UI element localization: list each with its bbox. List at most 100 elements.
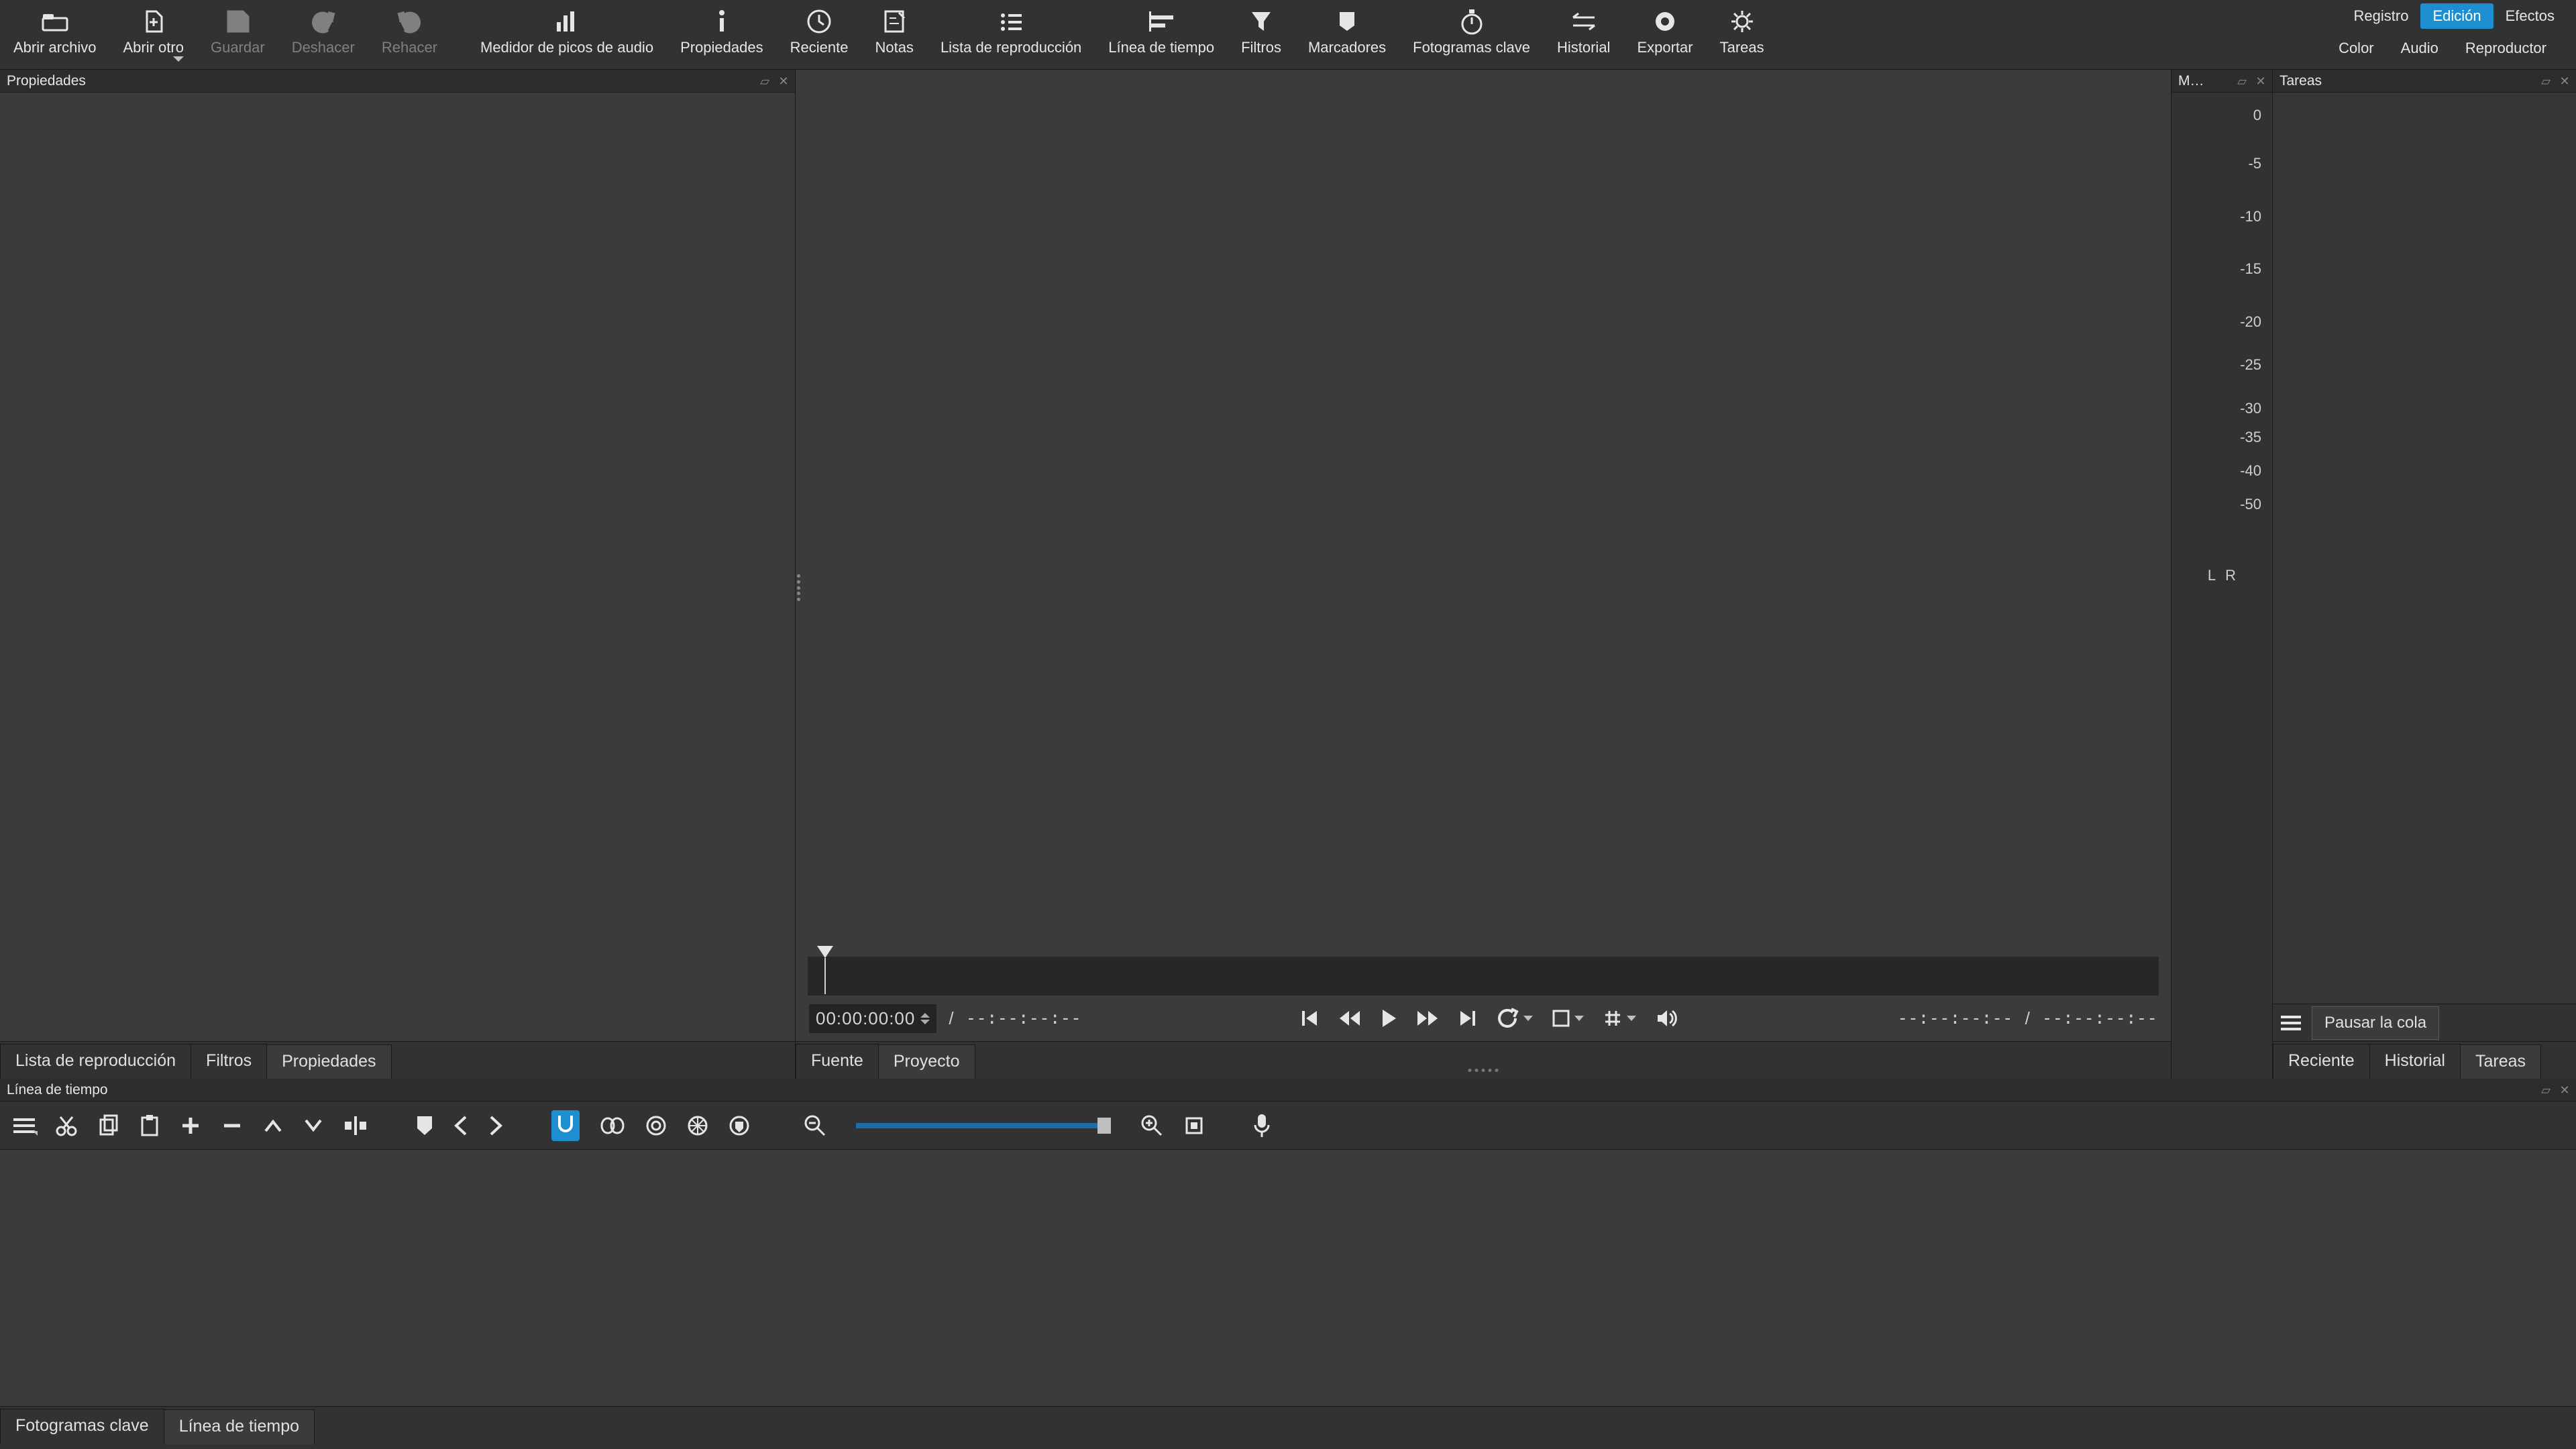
- recent-button[interactable]: Reciente: [777, 0, 862, 59]
- keyframes-button[interactable]: Fotogramas clave: [1399, 0, 1544, 59]
- zoom-mode-button[interactable]: [1552, 1009, 1584, 1028]
- markers-button[interactable]: Marcadores: [1295, 0, 1399, 59]
- extra-tab-audio[interactable]: Audio: [2401, 40, 2438, 57]
- layout-tab-editing[interactable]: Edición: [2420, 3, 2493, 29]
- timeline-canvas[interactable]: [0, 1150, 2576, 1406]
- scrub-audio-button[interactable]: [600, 1117, 625, 1134]
- ripple-all-button[interactable]: [687, 1115, 708, 1136]
- properties-titlebar[interactable]: Propiedades ▱ ✕: [0, 70, 795, 93]
- zoom-in-button[interactable]: [1140, 1114, 1163, 1137]
- append-button[interactable]: [180, 1115, 201, 1136]
- volume-button[interactable]: [1655, 1008, 1679, 1028]
- undock-icon[interactable]: ▱: [2538, 74, 2553, 89]
- timecode-spinner[interactable]: [920, 1013, 930, 1024]
- layout-tab-effects[interactable]: Efectos: [2493, 3, 2567, 29]
- grid-button[interactable]: [1603, 1008, 1636, 1028]
- tasks-tab-jobs[interactable]: Tareas: [2460, 1044, 2541, 1079]
- history-button[interactable]: Historial: [1544, 0, 1623, 59]
- close-icon[interactable]: ✕: [776, 74, 791, 89]
- pause-queue-button[interactable]: Pausar la cola: [2312, 1006, 2439, 1040]
- snap-button[interactable]: [551, 1110, 580, 1141]
- splitter-handle[interactable]: [797, 574, 802, 601]
- player-panel: 00:00:00:00 / --:--:--:-- --:--:--:-- / …: [796, 70, 2171, 1079]
- overwrite-button[interactable]: [303, 1118, 323, 1134]
- lift-button[interactable]: [263, 1118, 283, 1134]
- timeline-tab-timeline[interactable]: Línea de tiempo: [164, 1409, 315, 1444]
- next-marker-button[interactable]: [488, 1116, 503, 1136]
- zoom-slider-knob[interactable]: [1097, 1118, 1111, 1134]
- meter-titlebar[interactable]: M… ▱ ✕: [2171, 70, 2272, 93]
- redo-button[interactable]: Rehacer: [368, 0, 451, 59]
- undock-icon[interactable]: ▱: [2538, 1083, 2553, 1097]
- fast-forward-button[interactable]: [1416, 1008, 1439, 1028]
- timeline-titlebar[interactable]: Línea de tiempo ▱ ✕: [0, 1079, 2576, 1102]
- tab-properties[interactable]: Propiedades: [266, 1044, 391, 1079]
- player-tabs: Fuente Proyecto: [796, 1041, 2171, 1079]
- loop-button[interactable]: [1497, 1008, 1533, 1029]
- meter-scale: 0-5-10-15-20-25-30-35-40-50: [2171, 93, 2272, 572]
- cut-button[interactable]: [55, 1114, 78, 1137]
- open-other-button[interactable]: Abrir otro: [109, 0, 197, 70]
- save-button[interactable]: Guardar: [197, 0, 278, 59]
- tasks-tab-recent[interactable]: Reciente: [2273, 1044, 2370, 1079]
- tasks-menu-button[interactable]: [2281, 1014, 2301, 1032]
- notes-button[interactable]: Notas: [861, 0, 926, 59]
- remove-button[interactable]: [221, 1115, 243, 1136]
- layout-tab-logging[interactable]: Registro: [2342, 3, 2421, 29]
- skip-next-button[interactable]: [1458, 1008, 1478, 1028]
- jobs-button[interactable]: Tareas: [1707, 0, 1778, 59]
- paste-button[interactable]: [140, 1114, 160, 1138]
- undo-button[interactable]: Deshacer: [278, 0, 368, 59]
- close-icon[interactable]: ✕: [2557, 1083, 2572, 1097]
- timeline-toolbar: [0, 1102, 2576, 1150]
- video-viewer[interactable]: [796, 70, 2171, 957]
- prev-marker-button[interactable]: [453, 1116, 468, 1136]
- ripple-markers-button[interactable]: [729, 1115, 750, 1136]
- zoom-fit-button[interactable]: [1183, 1115, 1205, 1136]
- export-button[interactable]: Exportar: [1623, 0, 1706, 59]
- zoom-slider[interactable]: [856, 1123, 1111, 1128]
- playlist-button[interactable]: Lista de reproducción: [927, 0, 1095, 59]
- clock-icon: [806, 7, 833, 36]
- meter-tick: -35: [2240, 429, 2261, 446]
- tasks-tab-history[interactable]: Historial: [2369, 1044, 2461, 1079]
- ripple-button[interactable]: [645, 1115, 667, 1136]
- timeline-marker-button[interactable]: [416, 1115, 433, 1136]
- open-file-button[interactable]: Abrir archivo: [0, 0, 109, 59]
- undock-icon[interactable]: ▱: [757, 74, 772, 89]
- left-panel-tabs: Lista de reproducción Filtros Propiedade…: [0, 1041, 795, 1079]
- markers-label: Marcadores: [1308, 39, 1386, 56]
- undo-icon: [309, 7, 337, 36]
- timeline-button[interactable]: Línea de tiempo: [1095, 0, 1228, 59]
- peak-meter-button[interactable]: Medidor de picos de audio: [467, 0, 667, 59]
- resize-grip[interactable]: [1468, 1069, 1499, 1072]
- zoom-out-button[interactable]: [804, 1114, 826, 1137]
- tasks-titlebar[interactable]: Tareas ▱ ✕: [2273, 70, 2576, 93]
- close-icon[interactable]: ✕: [2253, 74, 2268, 89]
- tab-filters[interactable]: Filtros: [191, 1044, 267, 1079]
- playhead-marker-icon[interactable]: [817, 946, 833, 958]
- playhead-needle: [824, 958, 826, 994]
- skip-prev-button[interactable]: [1299, 1008, 1320, 1028]
- player-tab-source[interactable]: Fuente: [796, 1044, 879, 1079]
- close-icon[interactable]: ✕: [2557, 74, 2572, 89]
- tab-playlist[interactable]: Lista de reproducción: [0, 1044, 191, 1079]
- split-button[interactable]: [343, 1115, 368, 1136]
- rewind-button[interactable]: [1338, 1008, 1361, 1028]
- timeline-tab-keyframes[interactable]: Fotogramas clave: [0, 1409, 164, 1444]
- undock-icon[interactable]: ▱: [2235, 74, 2249, 89]
- play-button[interactable]: [1380, 1008, 1397, 1028]
- dropdown-caret-icon: [1574, 1016, 1584, 1021]
- copy-button[interactable]: [98, 1114, 119, 1137]
- extra-tab-player[interactable]: Reproductor: [2465, 40, 2546, 57]
- filters-button[interactable]: Filtros: [1228, 0, 1295, 59]
- timecode-input[interactable]: 00:00:00:00: [809, 1004, 936, 1033]
- player-tab-project[interactable]: Proyecto: [878, 1044, 975, 1079]
- record-audio-button[interactable]: [1253, 1113, 1271, 1138]
- timeline-menu-button[interactable]: [13, 1117, 35, 1134]
- tasks-panel: Tareas ▱ ✕ Pausar la cola Reciente Histo…: [2273, 70, 2576, 1079]
- filters-label: Filtros: [1241, 39, 1281, 56]
- scrub-bar[interactable]: [808, 957, 2159, 996]
- properties-button[interactable]: Propiedades: [667, 0, 777, 59]
- extra-tab-color[interactable]: Color: [2339, 40, 2374, 57]
